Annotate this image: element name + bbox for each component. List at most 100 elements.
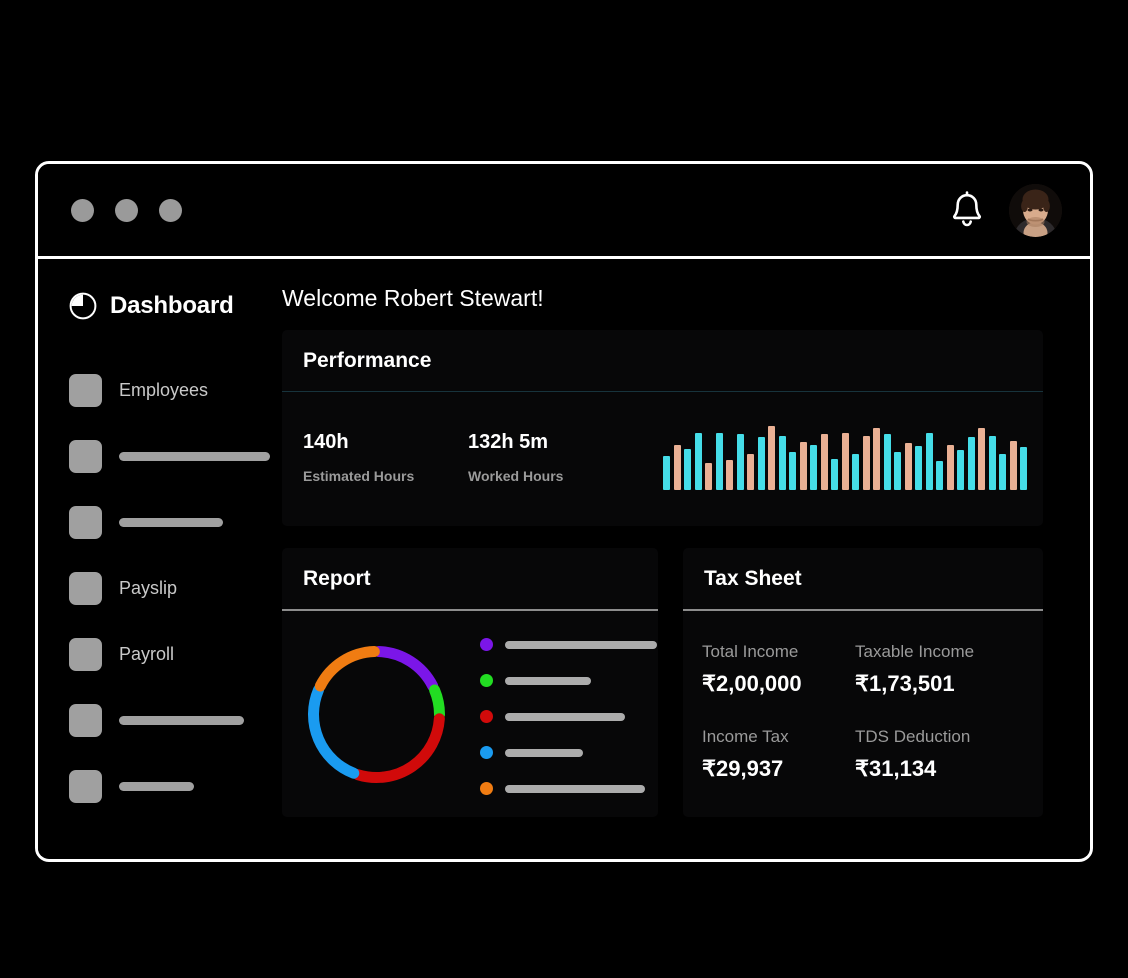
report-donut-chart bbox=[296, 641, 450, 793]
sidebar: Dashboard Employees Payslip Payroll bbox=[38, 259, 276, 856]
legend-row bbox=[480, 782, 657, 795]
minimize-window-button[interactable] bbox=[115, 198, 138, 222]
sidebar-item-icon bbox=[69, 703, 102, 737]
bar-chart-bar bbox=[663, 456, 670, 490]
sidebar-item-placeholder-bar bbox=[119, 517, 223, 527]
bar-chart-bar bbox=[820, 434, 828, 490]
sidebar-item-payroll[interactable]: Payroll bbox=[69, 621, 276, 687]
sidebar-item-placeholder-bar bbox=[119, 715, 244, 725]
tax-sheet-card-header: Tax Sheet bbox=[683, 548, 1043, 609]
bar-chart-bar bbox=[789, 452, 796, 490]
legend-placeholder-bar bbox=[505, 676, 591, 685]
worked-hours-stat: 132h 5m Worked Hours bbox=[468, 431, 633, 484]
bar-chart-bar bbox=[726, 460, 733, 490]
maximize-window-button[interactable] bbox=[159, 198, 182, 222]
legend-placeholder-bar bbox=[505, 640, 657, 649]
sidebar-item-placeholder-4[interactable] bbox=[69, 753, 276, 819]
legend-placeholder-bar bbox=[505, 748, 583, 757]
bar-chart-bar bbox=[957, 449, 964, 490]
performance-bar-chart bbox=[663, 425, 1027, 490]
sidebar-item-placeholder-2[interactable] bbox=[69, 489, 276, 555]
sidebar-item-employees[interactable]: Employees bbox=[69, 357, 276, 423]
estimated-hours-label: Estimated Hours bbox=[303, 468, 415, 484]
bar-chart-bar bbox=[925, 433, 933, 490]
sidebar-item-placeholder-bar bbox=[119, 781, 194, 791]
bar-chart-bar bbox=[831, 458, 838, 490]
sidebar-item-icon bbox=[69, 439, 102, 473]
performance-card-header: Performance bbox=[282, 330, 1043, 391]
income-tax-value: ₹29,937 bbox=[702, 756, 784, 781]
legend-placeholder-bar bbox=[505, 784, 645, 793]
bar-chart-bar bbox=[936, 461, 943, 490]
bar-chart-bar bbox=[915, 445, 922, 490]
bar-chart-bar bbox=[841, 433, 849, 490]
report-card: Report bbox=[282, 548, 658, 817]
estimated-hours-value: 140h bbox=[303, 431, 349, 453]
sidebar-item-icon bbox=[69, 505, 102, 539]
worked-hours-label: Worked Hours bbox=[468, 468, 564, 484]
bar-chart-bar bbox=[946, 444, 954, 490]
tds-deduction-value: ₹31,134 bbox=[855, 756, 937, 781]
donut-segment bbox=[352, 712, 445, 783]
tax-sheet-card: Tax Sheet Total Income Taxable Income ₹2… bbox=[683, 548, 1043, 817]
bar-chart-bar bbox=[768, 425, 775, 490]
sidebar-item-icon bbox=[69, 571, 102, 605]
donut-segment bbox=[429, 683, 445, 720]
bar-chart-bar bbox=[694, 433, 702, 490]
legend-color-dot bbox=[480, 674, 493, 687]
estimated-hours-stat: 140h Estimated Hours bbox=[303, 431, 468, 484]
bar-chart-bar bbox=[894, 452, 901, 490]
bar-chart-bar bbox=[736, 434, 744, 490]
bar-chart-bar bbox=[904, 443, 912, 490]
bar-chart-bar bbox=[883, 434, 891, 490]
report-title: Report bbox=[303, 567, 371, 590]
sidebar-item-placeholder-1[interactable] bbox=[69, 423, 276, 489]
total-income-label: Total Income bbox=[702, 642, 799, 661]
browser-window: Dashboard Employees Payslip Payroll Welc… bbox=[35, 161, 1093, 862]
bar-chart-bar bbox=[988, 435, 996, 490]
legend-row bbox=[480, 638, 657, 651]
bar-chart-bar bbox=[852, 453, 859, 490]
income-tax-label: Income Tax bbox=[702, 727, 789, 746]
report-body bbox=[282, 611, 658, 814]
sidebar-nav: Employees Payslip Payroll bbox=[69, 357, 276, 819]
legend-color-dot bbox=[480, 782, 493, 795]
bar-chart-bar bbox=[715, 433, 723, 490]
sidebar-item-label: Payslip bbox=[119, 577, 178, 598]
bar-chart-bar bbox=[747, 453, 754, 490]
taxable-income-value: ₹1,73,501 bbox=[855, 671, 955, 696]
legend-color-dot bbox=[480, 710, 493, 723]
tds-deduction-label: TDS Deduction bbox=[855, 727, 971, 746]
pie-chart-icon bbox=[69, 292, 97, 320]
bell-icon[interactable] bbox=[950, 191, 984, 229]
bottom-row: Report Tax Sheet Total Income Taxable In… bbox=[282, 548, 1043, 817]
window-titlebar bbox=[38, 164, 1090, 259]
sidebar-item-label: Employees bbox=[119, 379, 209, 400]
sidebar-item-placeholder-bar bbox=[119, 451, 270, 461]
avatar[interactable] bbox=[1009, 183, 1062, 237]
legend-color-dot bbox=[480, 638, 493, 651]
bar-chart-bar bbox=[810, 444, 817, 490]
legend-row bbox=[480, 710, 657, 723]
legend-row bbox=[480, 674, 657, 687]
sidebar-item-payslip[interactable]: Payslip bbox=[69, 555, 276, 621]
screen-root: Dashboard Employees Payslip Payroll Welc… bbox=[0, 0, 1128, 978]
bar-chart-bar bbox=[673, 444, 681, 490]
close-window-button[interactable] bbox=[71, 198, 94, 222]
bar-chart-bar bbox=[799, 442, 807, 490]
sidebar-item-icon bbox=[69, 637, 102, 671]
app-body: Dashboard Employees Payslip Payroll Welc… bbox=[38, 259, 1090, 856]
bar-chart-bar bbox=[684, 448, 691, 490]
legend-row bbox=[480, 746, 657, 759]
brand-label: Dashboard bbox=[110, 292, 234, 319]
tax-sheet-body: Total Income Taxable Income ₹2,00,000 ₹1… bbox=[683, 611, 1043, 803]
bar-chart-bar bbox=[705, 462, 712, 490]
bar-chart-bar bbox=[1009, 440, 1017, 490]
bar-chart-bar bbox=[757, 437, 765, 490]
bar-chart-bar bbox=[862, 435, 870, 490]
sidebar-item-icon bbox=[69, 373, 102, 407]
sidebar-item-label: Payroll bbox=[119, 643, 175, 664]
bar-chart-bar bbox=[873, 428, 880, 490]
sidebar-item-placeholder-3[interactable] bbox=[69, 687, 276, 753]
brand[interactable]: Dashboard bbox=[69, 292, 276, 320]
